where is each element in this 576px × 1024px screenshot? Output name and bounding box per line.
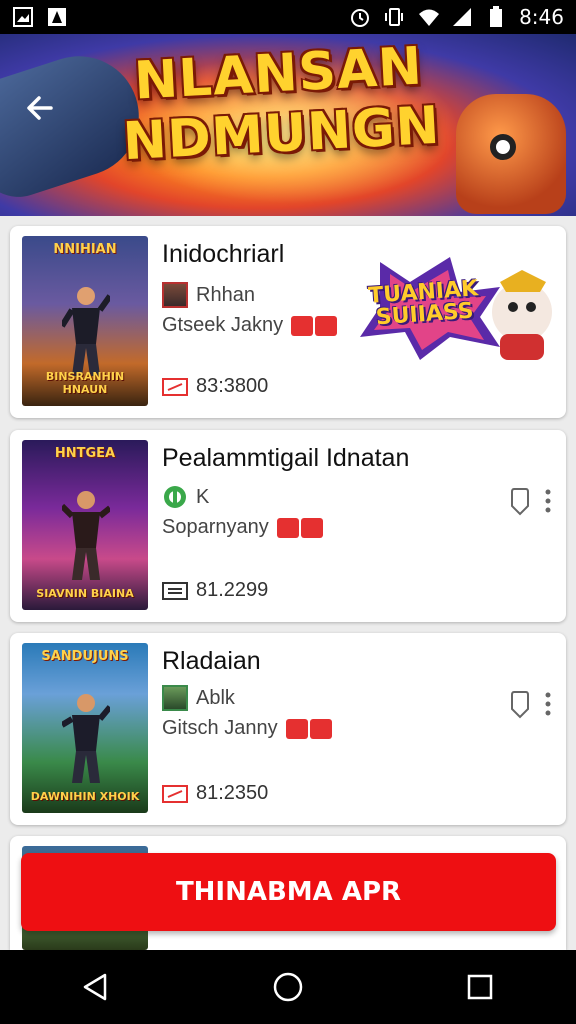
more-options-icon[interactable] bbox=[544, 691, 552, 717]
poster-title: NNIHIAN bbox=[53, 242, 117, 257]
poster-title: HNTGEA bbox=[54, 446, 116, 461]
list-item[interactable]: NNIHIAN BINSRANHIN HNAUN Inidochriarl Rh… bbox=[10, 226, 566, 418]
battery-icon bbox=[485, 6, 507, 28]
alarm-icon bbox=[349, 6, 371, 28]
author-row: Rhhan bbox=[162, 282, 255, 308]
author-row: K bbox=[162, 484, 209, 510]
card-subtitle: Gtseek Jakny bbox=[162, 314, 284, 336]
subtitle-row: Gtseek Jakny bbox=[162, 314, 338, 337]
price-row: 81:2350 bbox=[162, 782, 268, 805]
system-nav-bar bbox=[0, 950, 576, 1024]
header-banner: NLANSAN NDMUNGN bbox=[0, 34, 576, 216]
app-notification-icon bbox=[46, 6, 68, 28]
poster-caption: SIAVNIN BIAINA bbox=[36, 587, 134, 600]
wifi-icon bbox=[417, 6, 440, 28]
card-subtitle: Soparnyany bbox=[162, 516, 269, 538]
price-value: 81.2299 bbox=[196, 579, 269, 601]
game-poster[interactable]: SANDUJUNS DAWNIHIN XHOIK bbox=[22, 643, 148, 813]
subtitle-row: Gitsch Janny bbox=[162, 717, 332, 740]
promo-title: TUANIAK SUIIASS bbox=[367, 276, 479, 331]
price-value: 83:3800 bbox=[196, 375, 269, 397]
author-name: Ablk bbox=[196, 686, 235, 709]
rating-badge-icon bbox=[276, 517, 323, 538]
nav-back-button[interactable] bbox=[66, 957, 126, 1017]
triangle-back-icon bbox=[83, 973, 107, 1001]
status-time: 8:46 bbox=[519, 5, 564, 29]
rating-badge-icon bbox=[291, 315, 338, 336]
image-notification-icon bbox=[12, 6, 34, 28]
card-actions bbox=[508, 486, 552, 516]
author-name: K bbox=[196, 485, 210, 508]
square-recents-icon bbox=[467, 974, 493, 1000]
hero-figure bbox=[62, 491, 110, 580]
promo-artwork[interactable]: TUANIAK SUIIASS bbox=[350, 252, 556, 362]
price-value: 81:2350 bbox=[196, 782, 269, 804]
ticket-icon bbox=[162, 377, 188, 396]
back-arrow-icon bbox=[27, 96, 53, 120]
poster-title: SANDUJUNS bbox=[41, 649, 129, 664]
card-title: Inidochriarl bbox=[162, 240, 285, 268]
list-item[interactable]: SANDUJUNS DAWNIHIN XHOIK Rladaian Ablk G… bbox=[10, 633, 566, 825]
card-title: Rladaian bbox=[162, 647, 261, 675]
author-avatar bbox=[162, 282, 188, 308]
game-poster[interactable]: HNTGEA SIAVNIN BIAINA bbox=[22, 440, 148, 610]
bookmark-icon[interactable] bbox=[508, 486, 532, 516]
author-row: Ablk bbox=[162, 685, 235, 711]
rating-badge-icon bbox=[285, 718, 332, 739]
circle-home-icon bbox=[273, 972, 303, 1002]
card-subtitle: Gitsch Janny bbox=[162, 717, 278, 739]
nav-recents-button[interactable] bbox=[450, 957, 510, 1017]
author-name: Rhhan bbox=[196, 283, 255, 306]
price-row: 83:3800 bbox=[162, 375, 268, 398]
hero-figure bbox=[62, 287, 110, 376]
bookmark-icon[interactable] bbox=[508, 689, 532, 719]
game-poster[interactable]: NNIHIAN BINSRANHIN HNAUN bbox=[22, 236, 148, 406]
status-bar: 8:46 bbox=[0, 0, 576, 34]
poster-caption: BINSRANHIN HNAUN bbox=[45, 370, 125, 396]
signal-icon bbox=[451, 6, 473, 28]
ticket-icon bbox=[162, 784, 188, 803]
nav-home-button[interactable] bbox=[258, 957, 318, 1017]
primary-cta-button[interactable]: THINABMA APR bbox=[21, 853, 556, 931]
banner-title: NLANSAN NDMUNGN bbox=[97, 35, 463, 174]
back-button[interactable] bbox=[20, 88, 60, 128]
more-options-icon[interactable] bbox=[544, 488, 552, 514]
card-actions bbox=[508, 689, 552, 719]
author-avatar bbox=[164, 486, 186, 508]
card-title: Pealammtigail Idnatan bbox=[162, 444, 410, 472]
author-avatar bbox=[162, 685, 188, 711]
poster-caption: DAWNIHIN XHOIK bbox=[30, 790, 140, 803]
list-item[interactable]: HNTGEA SIAVNIN BIAINA Pealammtigail Idna… bbox=[10, 430, 566, 622]
subtitle-row: Soparnyany bbox=[162, 516, 323, 539]
ticket-icon bbox=[162, 581, 188, 600]
price-row: 81.2299 bbox=[162, 579, 268, 602]
vibrate-icon bbox=[383, 6, 405, 28]
hero-figure bbox=[62, 694, 110, 783]
